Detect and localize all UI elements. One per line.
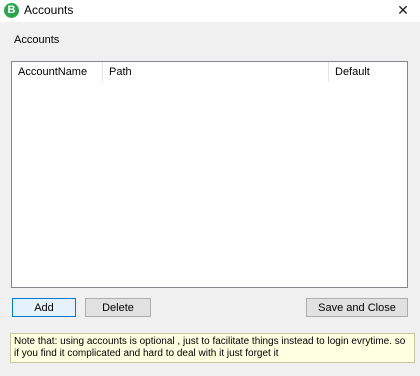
accounts-list[interactable]: AccountName Path Default [11, 61, 408, 288]
close-icon[interactable]: ✕ [386, 0, 420, 22]
column-header-account-name[interactable]: AccountName [12, 62, 103, 82]
column-header-path[interactable]: Path [103, 62, 329, 82]
list-header: AccountName Path Default [12, 62, 407, 82]
column-header-default[interactable]: Default [329, 62, 407, 82]
window-title: Accounts [24, 3, 74, 17]
delete-button[interactable]: Delete [85, 298, 151, 317]
info-note: Note that: using accounts is optional , … [10, 333, 415, 363]
title-bar: B Accounts ✕ [0, 0, 420, 22]
save-and-close-button[interactable]: Save and Close [306, 298, 408, 317]
app-logo-icon: B [4, 3, 19, 18]
section-label: Accounts [14, 34, 60, 46]
add-button[interactable]: Add [12, 298, 76, 317]
